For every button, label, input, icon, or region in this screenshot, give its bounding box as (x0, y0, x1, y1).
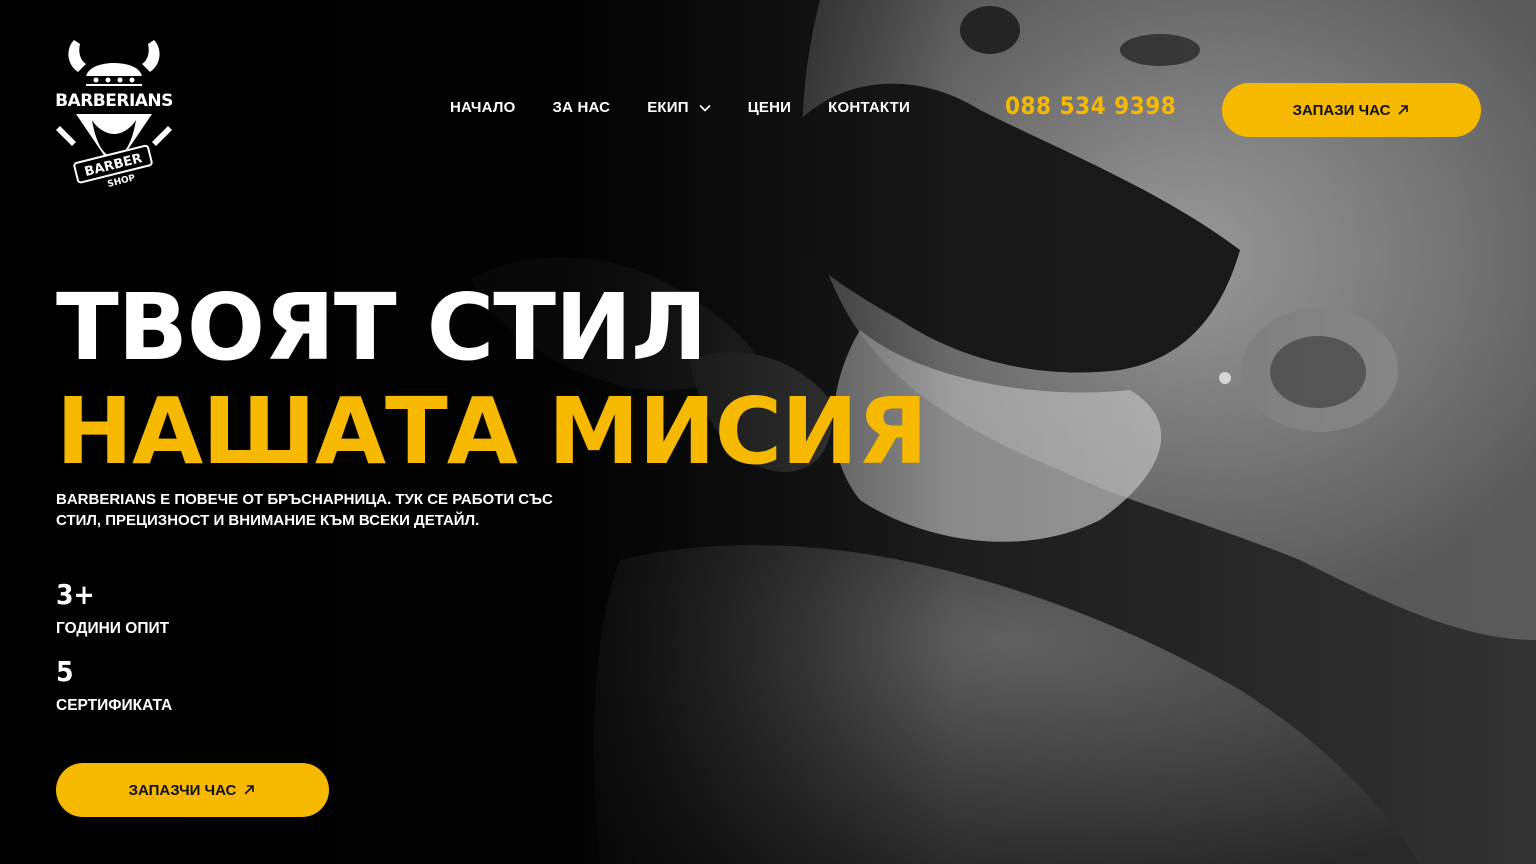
hero-description: BARBERIANS Е ПОВЕЧЕ ОТ БРЪСНАРНИЦА. ТУК … (56, 489, 736, 531)
nav-item-label: ЗА НАС (552, 99, 611, 116)
stat-years-value: 3+ (56, 578, 95, 611)
nav-item-label: КОНТАКТИ (828, 99, 910, 116)
nav-item-about[interactable]: ЗА НАС (552, 99, 610, 116)
chevron-down-icon (699, 104, 711, 112)
phone-link[interactable]: 088 534 9398 (1005, 92, 1176, 120)
hero-description-line1: BARBERIANS Е ПОВЕЧЕ ОТ БРЪСНАРНИЦА. ТУК … (56, 491, 553, 508)
logo-brand-text: BARBERIANS (55, 91, 173, 111)
nav-item-label: ЕКИП (647, 99, 689, 116)
hero-headline: ТВОЯТ СТИЛ НАШАТА МИСИЯ (56, 274, 928, 485)
hero-book-label: ЗАПАЗЧИ ЧАС (128, 781, 237, 799)
brand-logo[interactable]: BARBERIANS BARBER SHOP (52, 34, 176, 190)
book-appointment-label: ЗАПАЗИ ЧАС (1292, 101, 1391, 119)
stat-years-label: ГОДИНИ ОПИТ (56, 620, 170, 637)
hero-description-line2: СТИЛ, ПРЕЦИЗНОСТ И ВНИМАНИЕ КЪМ ВСЕКИ ДЕ… (56, 512, 480, 529)
nav-item-prices[interactable]: ЦЕНИ (748, 99, 791, 116)
book-appointment-button[interactable]: ЗАПАЗИ ЧАС (1222, 83, 1481, 137)
nav-item-label: ЦЕНИ (747, 99, 792, 116)
hero-headline-line2: НАШАТА МИСИЯ (56, 378, 928, 485)
arrow-up-right-icon (1398, 105, 1409, 115)
nav-item-home[interactable]: НАЧАЛО (450, 99, 515, 116)
nav-item-team[interactable]: ЕКИП (647, 99, 711, 116)
hero-headline-line1: ТВОЯТ СТИЛ (56, 274, 707, 381)
nav-item-label: НАЧАЛО (450, 99, 516, 116)
stat-certificates-value: 5 (56, 655, 74, 688)
main-nav: НАЧАЛО ЗА НАС ЕКИП ЦЕНИ КОНТАКТИ (450, 99, 947, 116)
arrow-up-right-icon (244, 785, 255, 795)
nav-item-contacts[interactable]: КОНТАКТИ (828, 99, 910, 116)
hero-book-button[interactable]: ЗАПАЗЧИ ЧАС (56, 763, 329, 817)
stat-certificates-label: СЕРТИФИКАТА (56, 697, 173, 714)
